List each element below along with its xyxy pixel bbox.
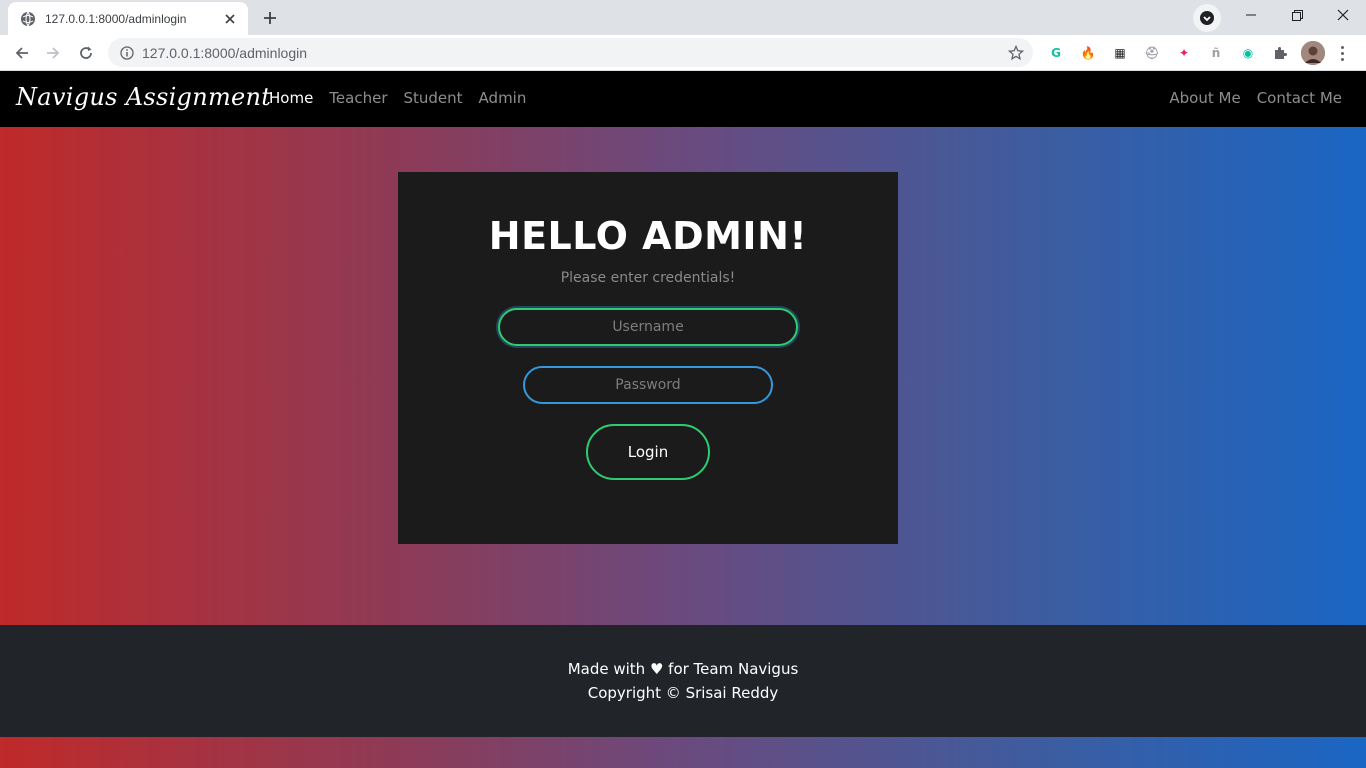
forward-arrow-icon[interactable]: [40, 40, 66, 66]
minimize-icon[interactable]: [1228, 0, 1274, 30]
login-button[interactable]: Login: [586, 424, 710, 480]
close-window-icon[interactable]: [1320, 0, 1366, 30]
browser-tab[interactable]: 127.0.0.1:8000/adminlogin: [8, 2, 248, 35]
browser-toolbar: 127.0.0.1:8000/adminlogin G 🔥 ▦ ⛑ ✦ ñ ◉: [0, 35, 1366, 71]
site-info-icon[interactable]: [120, 45, 134, 60]
nav-link-admin[interactable]: Admin: [471, 89, 535, 107]
profile-avatar[interactable]: [1301, 41, 1325, 65]
colorful-extension-icon[interactable]: ✦: [1174, 43, 1194, 63]
nav-links-left: Home Teacher Student Admin: [261, 89, 534, 107]
teal-extension-icon[interactable]: ◉: [1238, 43, 1258, 63]
nav-link-about[interactable]: About Me: [1161, 89, 1248, 107]
footer-copyright: Copyright © Srisai Reddy: [587, 684, 779, 702]
login-subtitle: Please enter credentials!: [560, 270, 736, 286]
footer-made-with: Made with ♥ for Team Navigus: [567, 660, 799, 678]
fire-icon[interactable]: 🔥: [1078, 43, 1098, 63]
grammarly-icon[interactable]: G: [1046, 43, 1066, 63]
browser-menu-icon[interactable]: [1334, 43, 1350, 63]
admin-login-card: HELLO ADMIN! Please enter credentials! L…: [398, 172, 898, 544]
font-extension-icon[interactable]: ñ: [1206, 43, 1226, 63]
password-input[interactable]: [523, 366, 773, 404]
address-bar[interactable]: 127.0.0.1:8000/adminlogin: [108, 38, 1033, 67]
url-text: 127.0.0.1:8000/adminlogin: [142, 44, 308, 61]
nav-link-home[interactable]: Home: [261, 89, 321, 107]
nav-link-contact[interactable]: Contact Me: [1249, 89, 1350, 107]
restore-icon[interactable]: [1274, 0, 1320, 30]
bookmark-star-icon[interactable]: [1007, 44, 1025, 62]
site-navbar: Navigus Assignment Home Teacher Student …: [0, 71, 1366, 127]
login-title: HELLO ADMIN!: [488, 214, 808, 258]
username-input[interactable]: [498, 308, 798, 346]
browser-tab-bar: 127.0.0.1:8000/adminlogin: [0, 0, 1366, 35]
tab-search-icon[interactable]: [1193, 4, 1221, 32]
hat-icon[interactable]: ⛑: [1142, 43, 1162, 63]
site-footer: Made with ♥ for Team Navigus Copyright ©…: [0, 625, 1366, 737]
close-tab-icon[interactable]: [222, 11, 238, 27]
extensions-puzzle-icon[interactable]: [1270, 43, 1290, 63]
grid-icon[interactable]: ▦: [1110, 43, 1130, 63]
reload-icon[interactable]: [73, 40, 99, 66]
nav-link-student[interactable]: Student: [395, 89, 470, 107]
globe-icon: [20, 11, 36, 27]
nav-links-right: About Me Contact Me: [1161, 89, 1350, 107]
nav-link-teacher[interactable]: Teacher: [321, 89, 395, 107]
page-viewport: Navigus Assignment Home Teacher Student …: [0, 71, 1366, 768]
site-brand[interactable]: Navigus Assignment: [16, 83, 271, 111]
back-arrow-icon[interactable]: [9, 40, 35, 66]
new-tab-icon[interactable]: [256, 4, 284, 32]
tab-title: 127.0.0.1:8000/adminlogin: [45, 11, 187, 26]
